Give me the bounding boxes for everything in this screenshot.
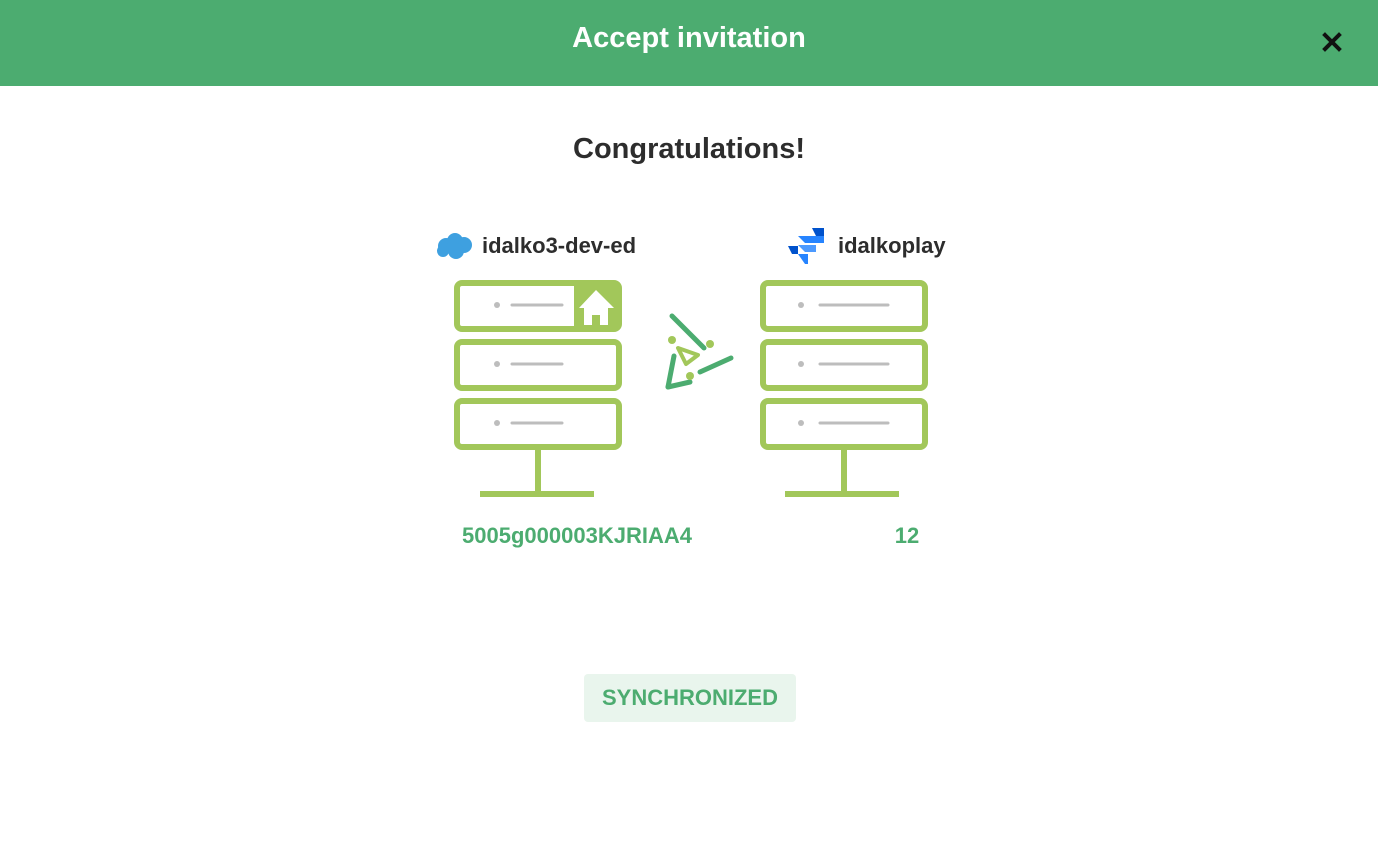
modal-title: Accept invitation — [572, 22, 806, 54]
jira-icon — [788, 228, 824, 264]
right-server-illustration — [760, 280, 928, 497]
modal-header: Accept invitation — [0, 0, 1378, 86]
status-badge: SYNCHRONIZED — [584, 674, 796, 722]
right-instance-label: idalkoplay — [786, 228, 946, 264]
congratulations-heading: Congratulations! — [573, 133, 805, 165]
close-icon[interactable] — [1316, 26, 1348, 58]
left-instance-label: idalko3-dev-ed — [434, 228, 636, 264]
left-server-illustration — [454, 280, 622, 497]
exalate-sync-icon — [665, 313, 734, 390]
left-entity-id-link[interactable]: 5005g000003KJRIAA4 — [440, 522, 714, 550]
salesforce-cloud-icon — [437, 233, 472, 259]
right-instance-name: idalkoplay — [838, 233, 946, 258]
left-instance-name: idalko3-dev-ed — [482, 233, 637, 258]
right-entity-id-link[interactable]: 12 — [867, 522, 947, 550]
